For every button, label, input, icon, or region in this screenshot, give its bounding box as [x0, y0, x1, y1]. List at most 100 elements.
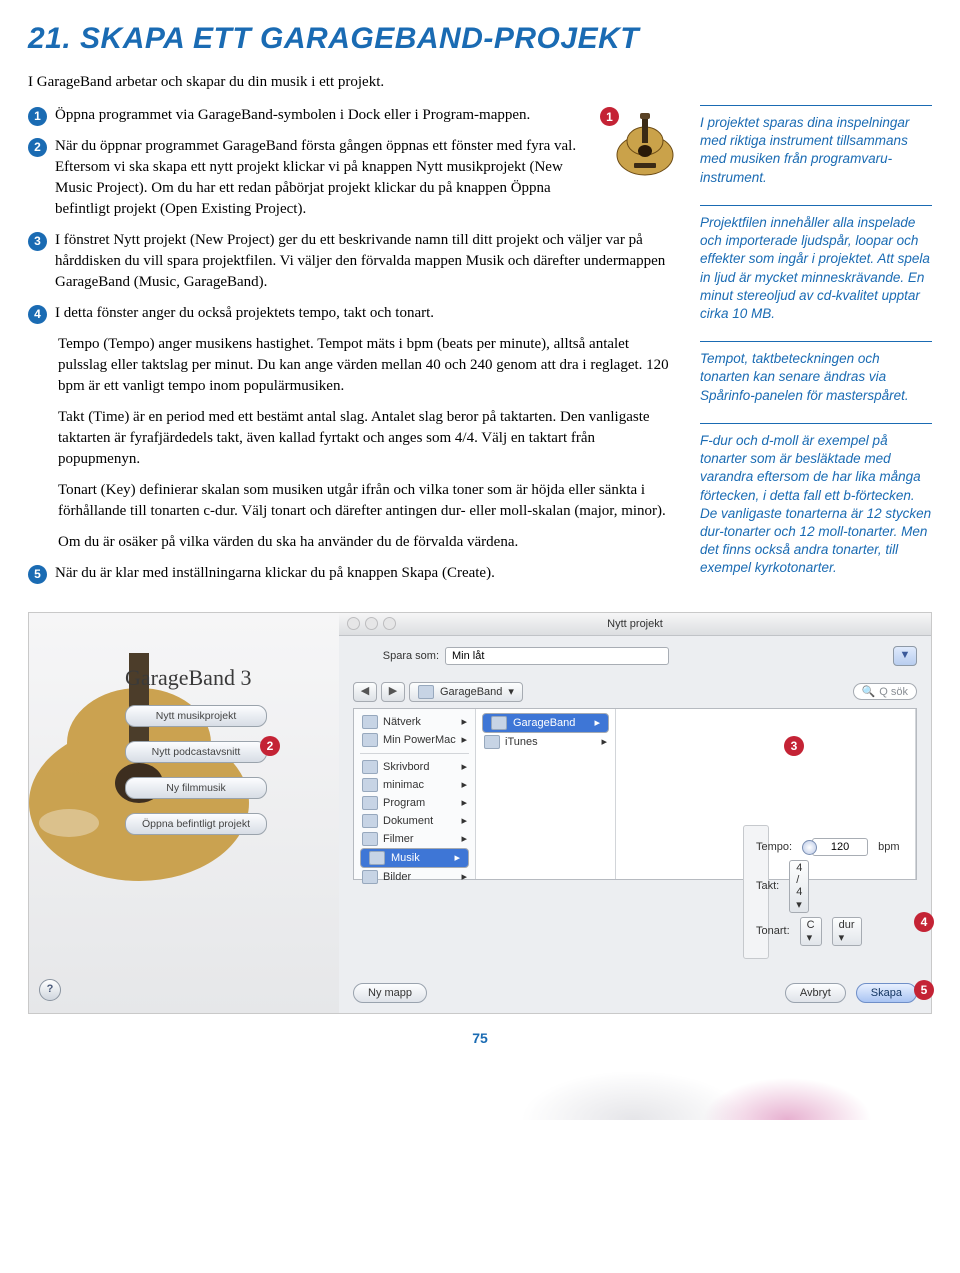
takt-popup[interactable]: 4 / 4 ▾ [789, 860, 809, 913]
help-button[interactable]: ? [39, 979, 61, 1001]
chevron-right-icon: ▸ [461, 760, 467, 773]
callout-1: 1 [600, 107, 619, 126]
step-3: 3 I fönstret Nytt projekt (New Project) g… [28, 230, 680, 293]
browser-item-label: GarageBand [513, 717, 575, 729]
browser-item-label: Dokument [383, 815, 433, 827]
gb-window: GarageBand 3 Nytt musikprojekt Nytt podca… [29, 613, 339, 1013]
browser-item[interactable]: Skrivbord ▸ [360, 758, 469, 776]
browser-item-label: Program [383, 797, 425, 809]
key-popup[interactable]: C ▾ [800, 917, 822, 946]
step-badge: 2 [28, 138, 47, 157]
browser-item[interactable]: iTunes▸ [482, 733, 609, 751]
body-paragraph: Takt (Time) är en period med ett bestämt… [58, 407, 680, 470]
callout-3: 3 [784, 736, 804, 756]
browser-item[interactable]: Min PowerMac ▸ [360, 731, 469, 749]
chevron-right-icon: ▸ [461, 814, 467, 827]
dialog-titlebar: Nytt projekt [339, 613, 931, 636]
browser-item[interactable]: Filmer▸ [360, 830, 469, 848]
browser-item-label: Nätverk [383, 716, 421, 728]
location-popup[interactable]: GarageBand ▾ [409, 682, 523, 702]
step-2: 2När du öppnar programmet GarageBand för… [28, 136, 598, 220]
search-field[interactable]: 🔍 Q sök [853, 683, 917, 700]
folder-icon [491, 716, 507, 730]
screenshot: GarageBand 3 Nytt musikprojekt Nytt podca… [28, 612, 932, 1014]
sidebar-note: Tempot, taktbeteckningen och tonarten ka… [700, 341, 932, 419]
chevron-right-icon: ▸ [454, 851, 460, 864]
chevron-right-icon: ▸ [461, 870, 467, 883]
folder-icon [362, 832, 378, 846]
sidebar-note: I projektet sparas dina inspelningar med… [700, 105, 932, 201]
location-popup-label: GarageBand [440, 686, 502, 698]
browser-item[interactable]: Bilder ▸ [360, 868, 469, 886]
search-placeholder: Q sök [879, 686, 908, 698]
browser-item-label: Bilder [383, 871, 411, 883]
folder-icon [362, 760, 378, 774]
step-badge-5: 5 [28, 565, 47, 584]
garageband-icon-illustration: 1 [610, 111, 680, 181]
browser-item-label: minimac [383, 779, 424, 791]
chevron-right-icon: ▸ [461, 733, 467, 746]
tempo-label: Tempo: [756, 841, 792, 853]
gb-option-button[interactable]: Nytt musikprojekt [125, 705, 267, 727]
create-button[interactable]: Skapa [856, 983, 917, 1003]
browser-item-label: Min PowerMac [383, 734, 456, 746]
gb-title: GarageBand 3 [125, 665, 251, 691]
scale-popup[interactable]: dur ▾ [832, 917, 862, 946]
search-icon: 🔍 [862, 685, 876, 698]
browser-item[interactable]: Dokument ▸ [360, 812, 469, 830]
step-text: Öppna programmet via GarageBand-symbolen… [55, 105, 598, 126]
tempo-unit: bpm [878, 841, 899, 853]
footer-decoration [0, 1056, 960, 1120]
chevron-right-icon: ▸ [461, 715, 467, 728]
browser-item[interactable]: Program▸ [360, 794, 469, 812]
step-text: I fönstret Nytt projekt (New Project) ge… [55, 230, 680, 293]
traffic-lights[interactable] [347, 617, 396, 630]
chevron-right-icon: ▸ [461, 778, 467, 791]
sidebar: I projektet sparas dina inspelningar med… [700, 105, 932, 596]
step-4: 4I detta fönster anger du också projekte… [28, 303, 680, 324]
expand-button[interactable]: ▼ [893, 646, 917, 666]
browser-item[interactable]: Musik ▸ [360, 848, 469, 868]
chevron-right-icon: ▸ [461, 832, 467, 845]
nav-forward-button[interactable]: ▶ [381, 682, 405, 702]
folder-icon [362, 715, 378, 729]
save-as-input[interactable] [445, 647, 669, 665]
step-badge: 1 [28, 107, 47, 126]
page-title: 21. SKAPA ETT GARAGEBAND-PROJEKT [28, 22, 932, 56]
nav-back-button[interactable]: ◀ [353, 682, 377, 702]
step-1: 1 Öppna programmet via GarageBand-symbole… [28, 105, 598, 126]
intro-text: I GarageBand arbetar och skapar du din m… [28, 74, 932, 91]
folder-icon [484, 735, 500, 749]
folder-icon [362, 870, 378, 884]
step-badge: 4 [28, 305, 47, 324]
body-paragraph: Tonart (Key) definierar skalan som musik… [58, 480, 680, 522]
gb-option-button[interactable]: Nytt podcastavsnitt [125, 741, 267, 763]
main-column: 1Öppna programmet via GarageBand-symbole… [28, 105, 680, 594]
new-project-dialog: Nytt projekt Spara som: ▼ ◀ ▶ GarageBand… [339, 613, 931, 1013]
gb-option-button[interactable]: Ny filmmusik [125, 777, 267, 799]
dialog-title: Nytt projekt [607, 618, 663, 630]
project-settings: Tempo: bpm Takt: 4 / 4 ▾ Tonart: C ▾ dur… [743, 825, 769, 959]
callout-2: 2 [260, 736, 280, 756]
browser-item[interactable]: minimac ▸ [360, 776, 469, 794]
tonart-label: Tonart: [756, 925, 790, 937]
new-folder-button[interactable]: Ny mapp [353, 983, 427, 1003]
gb-option-button[interactable]: Öppna befintligt projekt [125, 813, 267, 835]
cancel-button[interactable]: Avbryt [785, 983, 846, 1003]
body-paragraph: Om du är osäker på vilka värden du ska h… [58, 532, 680, 553]
folder-icon [362, 733, 378, 747]
browser-item[interactable]: GarageBand▸ [482, 713, 609, 733]
body-paragraph: Tempo (Tempo) anger musikens hastighet. … [58, 334, 680, 397]
folder-icon [362, 796, 378, 810]
browser-item-label: Musik [391, 852, 420, 864]
callout-5: 5 [914, 980, 934, 1000]
step-5-text: När du är klar med inställningarna klick… [55, 563, 680, 584]
folder-icon [369, 851, 385, 865]
folder-icon [362, 814, 378, 828]
page-number: 75 [28, 1030, 932, 1046]
browser-item-label: Skrivbord [383, 761, 429, 773]
step-5: 5 När du är klar med inställningarna kli… [28, 563, 680, 584]
step-badge: 3 [28, 232, 47, 251]
tempo-value[interactable] [812, 838, 868, 856]
browser-item[interactable]: Nätverk ▸ [360, 713, 469, 731]
